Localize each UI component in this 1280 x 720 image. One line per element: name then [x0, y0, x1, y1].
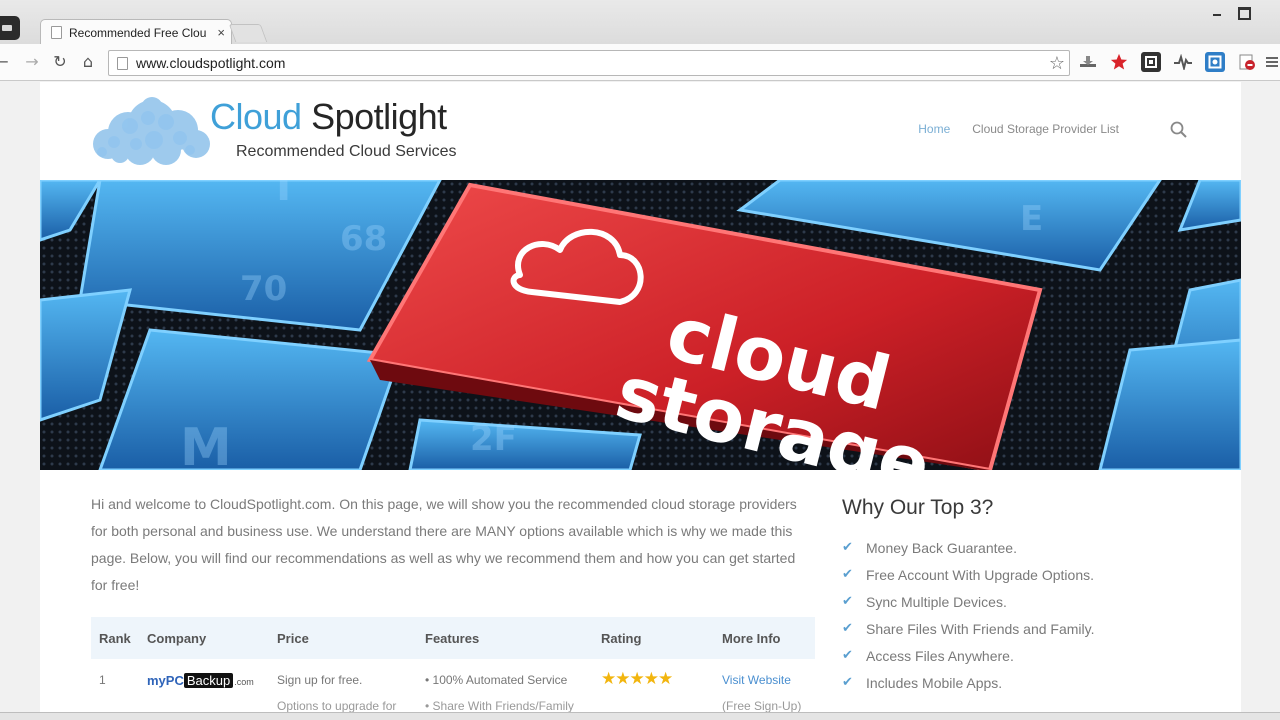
provider-table: Rank Company Price Features Rating More … [91, 617, 815, 713]
list-item: ✔ Free Account With Upgrade Options. [842, 561, 1202, 588]
download-icon[interactable] [1078, 52, 1098, 72]
table-row: 1 myPC Backup .com Sign up for free. Optio… [91, 659, 815, 713]
cell-company: myPC Backup .com [139, 659, 269, 713]
rating-stars-icon: ★★★★★ [601, 669, 673, 689]
cell-price: Sign up for free. Options to upgrade for [269, 659, 417, 713]
app-menu-icon[interactable] [0, 16, 20, 40]
logo-part-mypc: myPC [147, 673, 184, 688]
logo-part-backup: Backup [183, 673, 234, 688]
tab-close-icon[interactable]: × [217, 25, 225, 40]
window-minimize-icon[interactable] [1210, 4, 1224, 18]
address-bar[interactable]: www.cloudspotlight.com ☆ [108, 50, 1070, 76]
col-company: Company [139, 617, 269, 659]
col-rating: Rating [593, 617, 714, 659]
hero-banner: 68 70 2F EMT cloud storage [40, 180, 1241, 470]
price-text: Sign up for free. [277, 673, 363, 687]
nav-provider-list[interactable]: Cloud Storage Provider List [972, 122, 1119, 136]
check-icon: ✔ [842, 594, 853, 609]
check-icon: ✔ [842, 621, 853, 636]
site-header: Cloud Spotlight Recommended Cloud Servic… [40, 82, 1241, 180]
svg-text:2F: 2F [470, 419, 517, 459]
back-arrow-icon[interactable]: ← [0, 52, 12, 72]
check-icon: ✔ [842, 648, 853, 663]
visit-website-link[interactable]: Visit Website [722, 673, 791, 687]
window-bottom-edge [0, 712, 1280, 720]
check-icon: ✔ [842, 540, 853, 555]
list-item: ✔ Share Files With Friends and Family. [842, 615, 1202, 642]
logo-part-com: .com [234, 677, 254, 687]
list-item: ✔ Includes Mobile Apps. [842, 669, 1202, 696]
pulse-icon[interactable] [1173, 52, 1193, 72]
benefit-text: Access Files Anywhere. [866, 647, 1014, 664]
browser-tab-strip: Recommended Free Clou × [0, 0, 1280, 45]
col-price: Price [269, 617, 417, 659]
free-signup-text: (Free Sign-Up) [722, 699, 802, 713]
benefit-text: Free Account With Upgrade Options. [866, 566, 1094, 583]
tab-active[interactable]: Recommended Free Clou × [40, 19, 232, 45]
cell-rating: ★★★★★ [593, 659, 714, 713]
list-item: ✔ Money Back Guarantee. [842, 534, 1202, 561]
logo-word-spotlight: Spotlight [311, 96, 447, 137]
page-info-icon [117, 56, 128, 70]
feature-1: • 100% Automated Service [425, 673, 568, 687]
table-header-row: Rank Company Price Features Rating More … [91, 617, 815, 659]
check-icon: ✔ [842, 675, 853, 690]
reload-icon[interactable]: ↻ [50, 52, 70, 72]
tab-title: Recommended Free Clou [69, 25, 207, 40]
pdf-icon[interactable] [1237, 52, 1257, 72]
benefit-text: Share Files With Friends and Family. [866, 620, 1095, 637]
home-icon[interactable]: ⌂ [78, 52, 98, 72]
bookmark-star-icon[interactable]: ☆ [1045, 53, 1069, 74]
screen-capture-icon[interactable] [1205, 52, 1225, 72]
cell-features: • 100% Automated Service • Share With Fr… [417, 659, 593, 713]
svg-text:M: M [180, 418, 232, 470]
forward-arrow-icon[interactable]: → [22, 52, 42, 72]
svg-text:70: 70 [240, 269, 287, 309]
list-item: ✔ Sync Multiple Devices. [842, 588, 1202, 615]
main-nav: Home Cloud Storage Provider List [918, 122, 1119, 136]
logo-word-cloud: Cloud [210, 96, 302, 137]
puzzle-icon[interactable] [1141, 52, 1161, 72]
window-restore-icon[interactable] [1236, 4, 1251, 20]
cell-more-info: Visit Website (Free Sign-Up) [714, 659, 815, 713]
list-item: ✔ Access Files Anywhere. [842, 642, 1202, 669]
address-url[interactable]: www.cloudspotlight.com [136, 55, 1045, 71]
check-icon: ✔ [842, 567, 853, 582]
col-features: Features [417, 617, 593, 659]
main-content: Hi and welcome to CloudSpotlight.com. On… [91, 491, 815, 713]
benefit-text: Money Back Guarantee. [866, 539, 1017, 556]
lastpass-icon[interactable] [1109, 52, 1129, 72]
col-rank: Rank [91, 617, 139, 659]
sidebar-title: Why Our Top 3? [842, 496, 994, 519]
page-favicon-icon [51, 26, 62, 39]
intro-paragraph: Hi and welcome to CloudSpotlight.com. On… [91, 496, 797, 593]
price-more-text: Options to upgrade for [277, 699, 397, 713]
site-logo-text[interactable]: Cloud Spotlight [210, 96, 447, 138]
svg-text:68: 68 [340, 219, 387, 259]
sidebar-why-top3: Why Our Top 3? ✔ Money Back Guarantee. ✔ F… [842, 496, 1202, 696]
cell-rank: 1 [99, 673, 106, 687]
benefit-text: Sync Multiple Devices. [866, 593, 1007, 610]
browser-menu-icon[interactable] [1265, 52, 1279, 72]
cloud-logo-icon[interactable] [90, 92, 218, 166]
col-more-info: More Info [714, 617, 815, 659]
feature-2: • Share With Friends/Family [425, 699, 574, 713]
svg-text:T: T [270, 180, 298, 210]
nav-home[interactable]: Home [918, 122, 950, 136]
new-tab-button[interactable] [228, 24, 268, 42]
mypcbackup-logo[interactable]: myPC Backup .com [147, 673, 254, 688]
search-icon[interactable] [1169, 120, 1189, 140]
benefits-list: ✔ Money Back Guarantee. ✔ Free Account Wit… [842, 534, 1202, 696]
svg-text:E: E [1020, 199, 1043, 239]
site-tagline: Recommended Cloud Services [236, 143, 457, 160]
benefit-text: Includes Mobile Apps. [866, 674, 1003, 691]
keyboard-image: 68702F EMT cloud storage [40, 180, 1241, 470]
